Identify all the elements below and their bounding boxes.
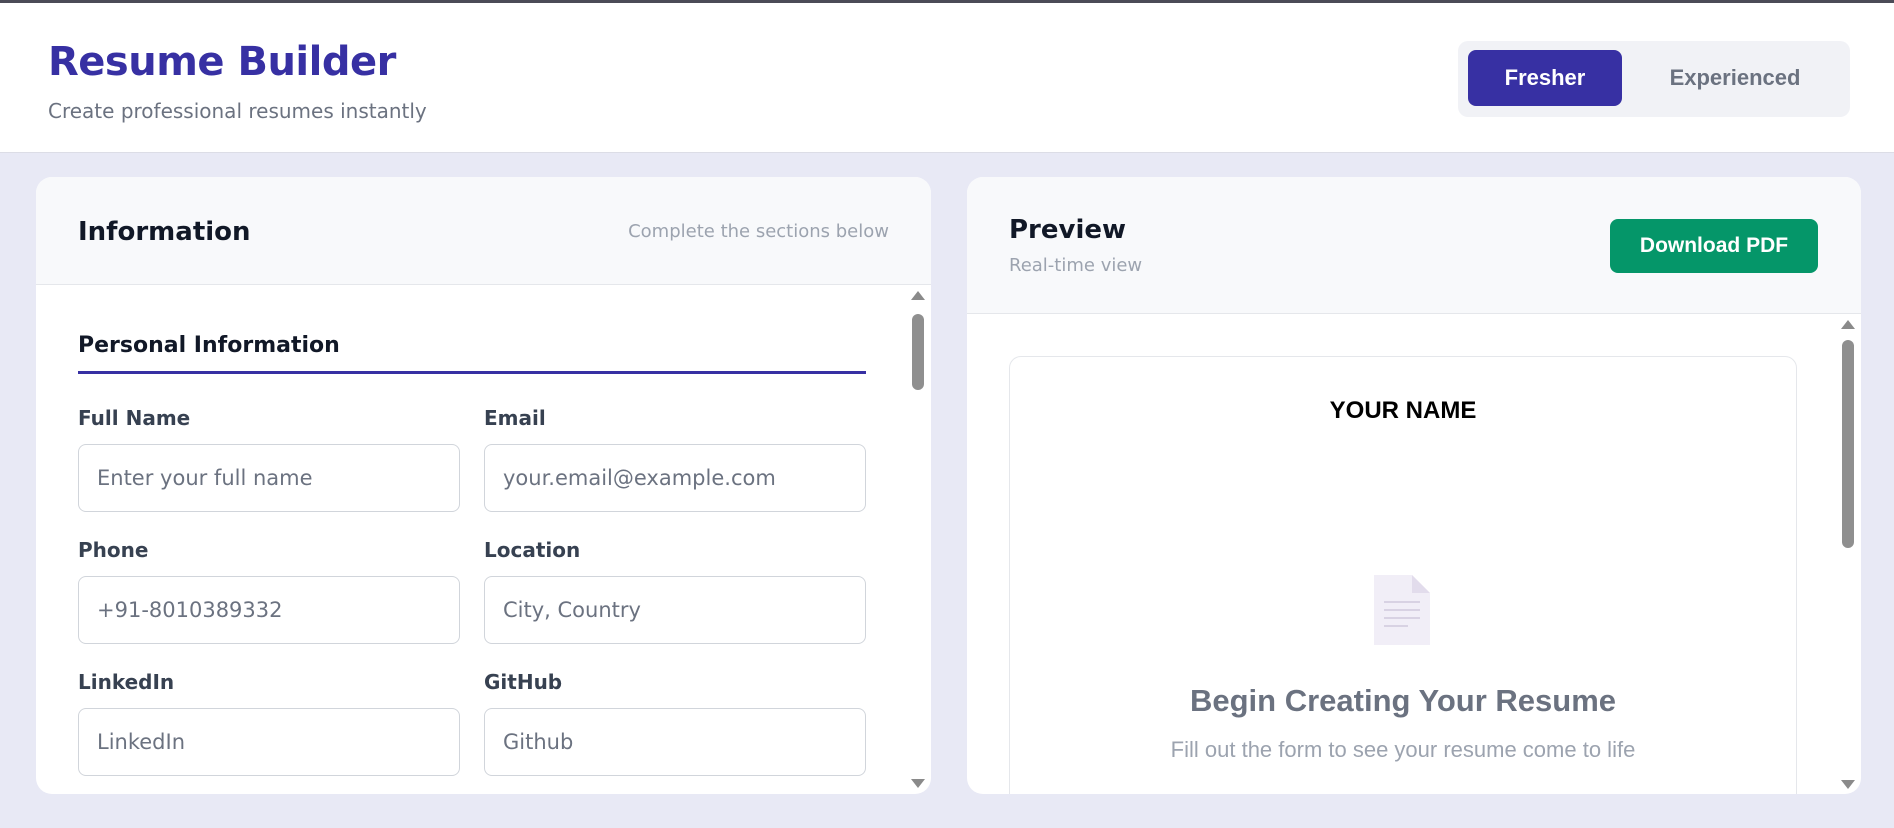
preview-panel-header: Preview Real-time view Download PDF [967, 177, 1861, 314]
location-input[interactable] [484, 576, 866, 644]
linkedin-input[interactable] [78, 708, 460, 776]
linkedin-label: LinkedIn [78, 670, 175, 694]
preview-title: Preview [1009, 215, 1127, 245]
empty-state-description: Fill out the form to see your resume com… [1170, 737, 1636, 762]
preview-subtitle: Real-time view [1009, 255, 1143, 276]
form-scroll-thumb[interactable] [912, 314, 924, 390]
fresher-mode-button[interactable]: Fresher [1468, 50, 1622, 106]
personal-info-heading: Personal Information [78, 333, 340, 358]
scroll-up-arrow-icon[interactable] [911, 291, 925, 300]
experienced-mode-button[interactable]: Experienced [1630, 50, 1840, 106]
app-title: Resume Builder [48, 39, 396, 85]
mode-toggle: Fresher Experienced [1458, 41, 1850, 117]
github-input[interactable] [484, 708, 866, 776]
information-title: Information [78, 217, 251, 247]
scroll-up-arrow-icon[interactable] [1841, 320, 1855, 329]
scroll-down-arrow-icon[interactable] [911, 779, 925, 788]
form-scrollbar[interactable] [908, 289, 928, 794]
resume-preview: YOUR NAME Begin Creating Your Resume Fil… [1009, 356, 1797, 794]
phone-input[interactable] [78, 576, 460, 644]
document-icon [1374, 575, 1430, 645]
email-input[interactable] [484, 444, 866, 512]
full-name-input[interactable] [78, 444, 460, 512]
email-label: Email [484, 406, 546, 430]
information-panel-header: Information Complete the sections below [36, 177, 931, 285]
phone-label: Phone [78, 538, 149, 562]
information-panel: Information Complete the sections below … [36, 177, 931, 794]
information-hint: Complete the sections below [628, 221, 889, 242]
app-subtitle: Create professional resumes instantly [48, 99, 427, 123]
preview-scroll-thumb[interactable] [1842, 340, 1854, 548]
preview-scrollbar[interactable] [1838, 318, 1858, 794]
full-name-label: Full Name [78, 406, 191, 430]
empty-state-title: Begin Creating Your Resume [1189, 683, 1617, 718]
preview-panel: Preview Real-time view Download PDF YOUR… [967, 177, 1861, 794]
github-label: GitHub [484, 670, 563, 694]
scroll-down-arrow-icon[interactable] [1841, 780, 1855, 789]
app-header: Resume Builder Create professional resum… [0, 3, 1894, 153]
location-label: Location [484, 538, 581, 562]
resume-name: YOUR NAME [1329, 397, 1477, 424]
download-pdf-button[interactable]: Download PDF [1610, 219, 1818, 273]
section-divider [78, 371, 866, 374]
